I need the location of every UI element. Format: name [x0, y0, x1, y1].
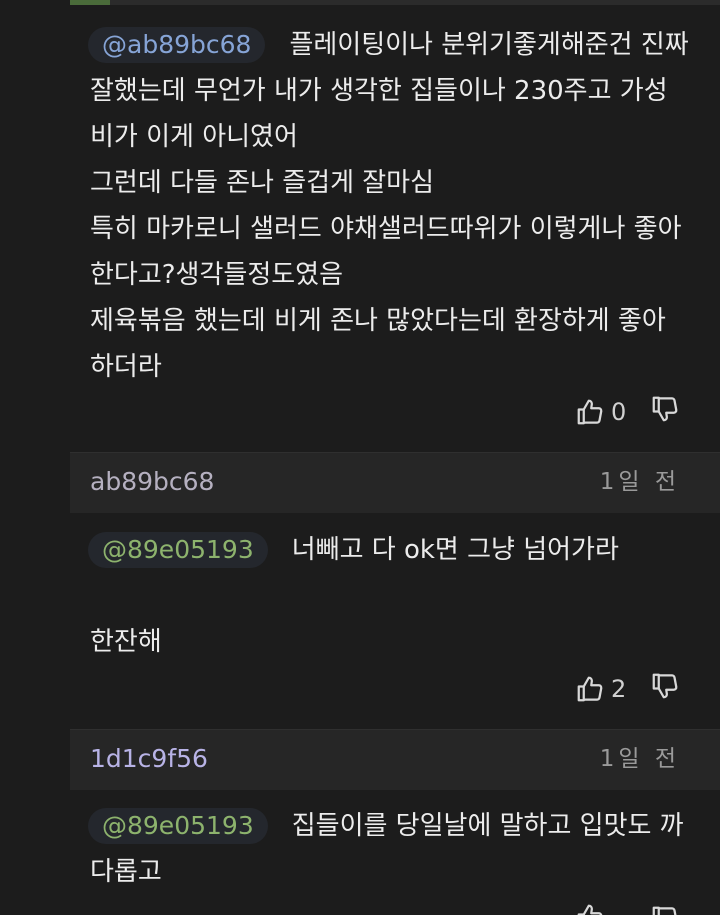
comment-2-line-0: @89e05193 너빼고 다 ok면 그냥 넘어가라 [88, 527, 700, 573]
comment-text: 잘했는데 무언가 내가 생각한 집들이나 230주고 가성 [90, 76, 668, 106]
thumbs-up-icon [575, 397, 605, 427]
comment-text: 다롭고 [90, 857, 162, 887]
comment-text: 그런데 다들 존나 즐겁게 잘마심 [90, 168, 435, 198]
comment-3-line-0: @89e05193 집들이를 당일날에 말하고 입맛도 까 [88, 803, 700, 849]
comment-text: 제육볶음 했는데 비게 존나 많았다는데 환장하게 좋아 [90, 306, 666, 336]
timestamp: 1일 전 [599, 469, 680, 495]
comment-1-line-0: @ab89bc68 플레이팅이나 분위기좋게해준건 진짜 [88, 22, 700, 68]
like-button[interactable]: 2 [575, 669, 626, 709]
like-button[interactable] [575, 902, 605, 915]
like-count: 0 [611, 398, 627, 426]
divider-accent [70, 0, 110, 5]
thumbs-down-icon [650, 904, 680, 915]
dislike-button[interactable] [650, 904, 680, 915]
comment-text [90, 573, 700, 619]
thumbs-up-icon [575, 902, 605, 915]
comment-text: 한다고?생각들정도였음 [90, 260, 344, 290]
comment-text: 하더라 [90, 352, 162, 382]
author-name[interactable]: 1d1c9f56 [90, 742, 208, 776]
comment-3-header: 1d1c9f56 1일 전 [70, 729, 720, 790]
comment-3-actions [70, 902, 720, 915]
dislike-button[interactable] [650, 394, 680, 424]
thumbs-down-icon [650, 671, 680, 701]
dislike-button[interactable] [650, 671, 680, 701]
comment-2-actions: 2 [70, 669, 720, 709]
comment-1-actions: 0 [70, 392, 720, 432]
mention-tag[interactable]: @ab89bc68 [88, 27, 266, 63]
comment-text: 플레이팅이나 분위기좋게해준건 진짜 [289, 30, 689, 60]
like-button[interactable]: 0 [575, 392, 626, 432]
top-divider [70, 0, 720, 5]
comment-text: 비가 이게 아니였어 [90, 122, 298, 152]
comment-text: 집들이를 당일날에 말하고 입맛도 까 [291, 811, 684, 841]
comment-text: 특히 마카로니 샐러드 야채샐러드따위가 이렇게나 좋아 [90, 214, 682, 244]
like-count: 2 [611, 675, 627, 703]
comment-2-header: ab89bc68 1일 전 [70, 452, 720, 513]
mention-tag[interactable]: @89e05193 [88, 808, 268, 844]
author-name[interactable]: ab89bc68 [90, 465, 214, 499]
mention-tag[interactable]: @89e05193 [88, 532, 268, 568]
thumbs-down-icon [650, 394, 680, 424]
thumbs-up-icon [575, 674, 605, 704]
timestamp: 1일 전 [599, 746, 680, 772]
comment-text: 너빼고 다 ok면 그냥 넘어가라 [291, 535, 619, 565]
comment-text: 한잔해 [90, 627, 162, 657]
